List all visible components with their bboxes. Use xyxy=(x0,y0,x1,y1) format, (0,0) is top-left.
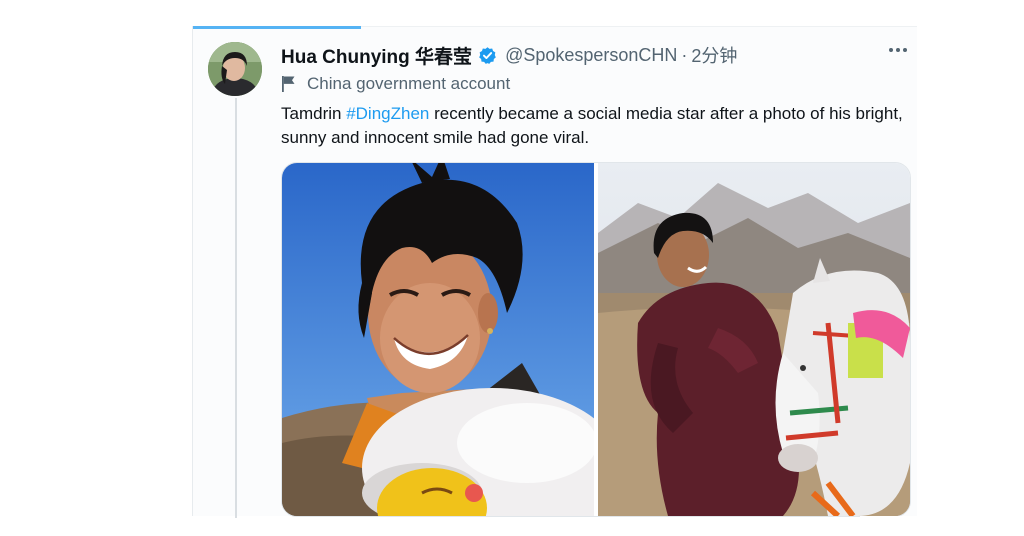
government-account-label[interactable]: China government account xyxy=(307,74,510,94)
tweet-photo-2[interactable] xyxy=(598,163,910,516)
card-top-border xyxy=(361,26,917,27)
hashtag-link[interactable]: #DingZhen xyxy=(346,104,429,123)
tweet-card[interactable]: Hua Chunying 华春莹 @SpokespersonCHN · 2分钟 xyxy=(192,26,917,518)
verified-badge-icon xyxy=(478,46,497,65)
tweet-media-grid xyxy=(281,162,911,517)
screenshot-stage: Hua Chunying 华春莹 @SpokespersonCHN · 2分钟 xyxy=(0,0,1024,536)
meta-separator: · xyxy=(681,44,688,65)
timestamp[interactable]: 2分钟 xyxy=(691,42,737,68)
more-dot xyxy=(896,48,900,52)
avatar[interactable] xyxy=(208,42,262,96)
flag-icon xyxy=(281,75,297,93)
handle[interactable]: @SpokespersonCHN xyxy=(505,45,677,66)
thread-line xyxy=(235,98,237,518)
tweet-text: Tamdrin #DingZhen recently became a soci… xyxy=(281,102,911,150)
more-options-icon[interactable] xyxy=(889,48,907,52)
display-name[interactable]: Hua Chunying 华春莹 xyxy=(281,42,472,69)
tweet-text-start: Tamdrin xyxy=(281,104,347,123)
more-dot xyxy=(903,48,907,52)
white-margin xyxy=(860,516,1024,536)
more-dot xyxy=(889,48,893,52)
tweet-photo-1[interactable] xyxy=(282,163,594,516)
account-label-row: China government account xyxy=(281,74,510,94)
tweet-header: Hua Chunying 华春莹 @SpokespersonCHN · 2分钟 xyxy=(281,42,737,68)
active-tab-indicator xyxy=(193,26,361,29)
